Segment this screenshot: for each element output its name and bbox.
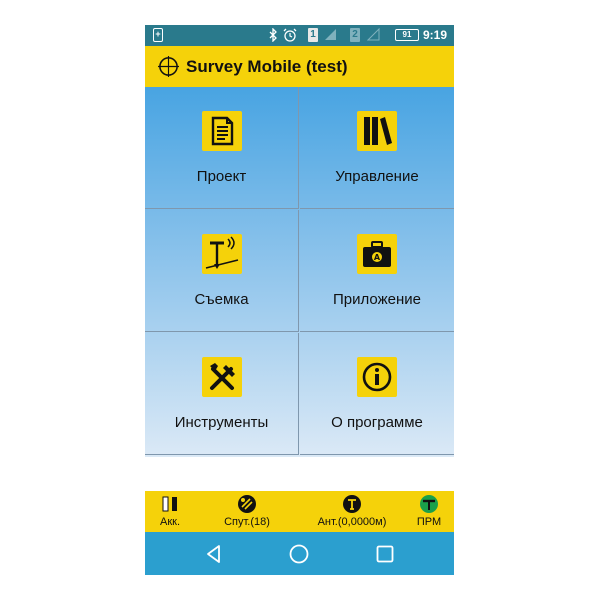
satellites-status-label: Спут.(18) bbox=[224, 516, 270, 528]
crosshair-logo-icon bbox=[158, 56, 179, 77]
receiver-icon bbox=[420, 495, 438, 513]
menu-tile-project[interactable]: Проект bbox=[145, 87, 299, 209]
tools-icon bbox=[202, 357, 242, 397]
antenna-status-label: Ант.(0,0000м) bbox=[317, 516, 387, 528]
device-status-bar: Акк. Спут.(18) Ант.(0,0000м) ПРМ bbox=[145, 491, 454, 532]
svg-text:A: A bbox=[374, 253, 381, 262]
survey-pole-icon bbox=[202, 234, 242, 274]
antenna-status[interactable]: Ант.(0,0000м) bbox=[309, 491, 395, 532]
menu-tile-management[interactable]: Управление bbox=[300, 87, 454, 209]
menu-tile-survey[interactable]: Съемка bbox=[145, 210, 299, 332]
menu-tile-about[interactable]: О программе bbox=[300, 333, 454, 455]
battery-icon: 91 bbox=[395, 29, 419, 41]
back-icon[interactable] bbox=[203, 543, 225, 565]
clock: 9:19 bbox=[423, 28, 448, 42]
menu-tile-tools[interactable]: Инструменты bbox=[145, 333, 299, 455]
menu-tile-label: Съемка bbox=[194, 291, 249, 308]
app-header: Survey Mobile (test) bbox=[145, 46, 454, 87]
menu-tile-label: Управление bbox=[335, 168, 419, 185]
document-icon bbox=[202, 111, 242, 151]
alarm-icon bbox=[283, 28, 297, 42]
bluetooth-icon bbox=[268, 27, 278, 43]
battery-percent: 91 bbox=[402, 30, 412, 39]
main-menu-grid: Проект Управление Съемка A Приложение Ин… bbox=[145, 87, 454, 457]
home-icon[interactable] bbox=[288, 543, 310, 565]
satellite-icon bbox=[238, 495, 256, 513]
charging-icon: + bbox=[153, 28, 163, 42]
books-icon bbox=[357, 111, 397, 151]
menu-tile-label: Приложение bbox=[333, 291, 421, 308]
receiver-status-label: ПРМ bbox=[416, 516, 442, 528]
recent-apps-icon[interactable] bbox=[374, 543, 396, 565]
info-icon bbox=[357, 357, 397, 397]
navigation-bar bbox=[145, 532, 454, 575]
phone-screen: + 1 2 91 9:19 Survey Mobile (test) Проек… bbox=[145, 25, 454, 575]
menu-tile-application[interactable]: A Приложение bbox=[300, 210, 454, 332]
no-signal-icon bbox=[366, 27, 380, 42]
menu-tile-label: Проект bbox=[196, 168, 247, 185]
signal-icon bbox=[324, 28, 337, 42]
sim1-icon: 1 bbox=[308, 28, 318, 42]
toolbox-icon: A bbox=[357, 234, 397, 274]
menu-tile-label: Инструменты bbox=[174, 414, 269, 431]
receiver-status[interactable]: ПРМ bbox=[410, 491, 448, 532]
battery-level-icon bbox=[162, 496, 177, 512]
battery-status-label: Акк. bbox=[159, 516, 181, 528]
battery-status[interactable]: Акк. bbox=[149, 491, 191, 532]
status-bar: + 1 2 91 9:19 bbox=[145, 25, 454, 46]
menu-tile-label: О программе bbox=[331, 414, 423, 431]
satellites-status[interactable]: Спут.(18) bbox=[215, 491, 279, 532]
antenna-icon bbox=[343, 495, 361, 513]
app-title: Survey Mobile (test) bbox=[186, 57, 348, 76]
sim2-icon: 2 bbox=[350, 28, 360, 42]
